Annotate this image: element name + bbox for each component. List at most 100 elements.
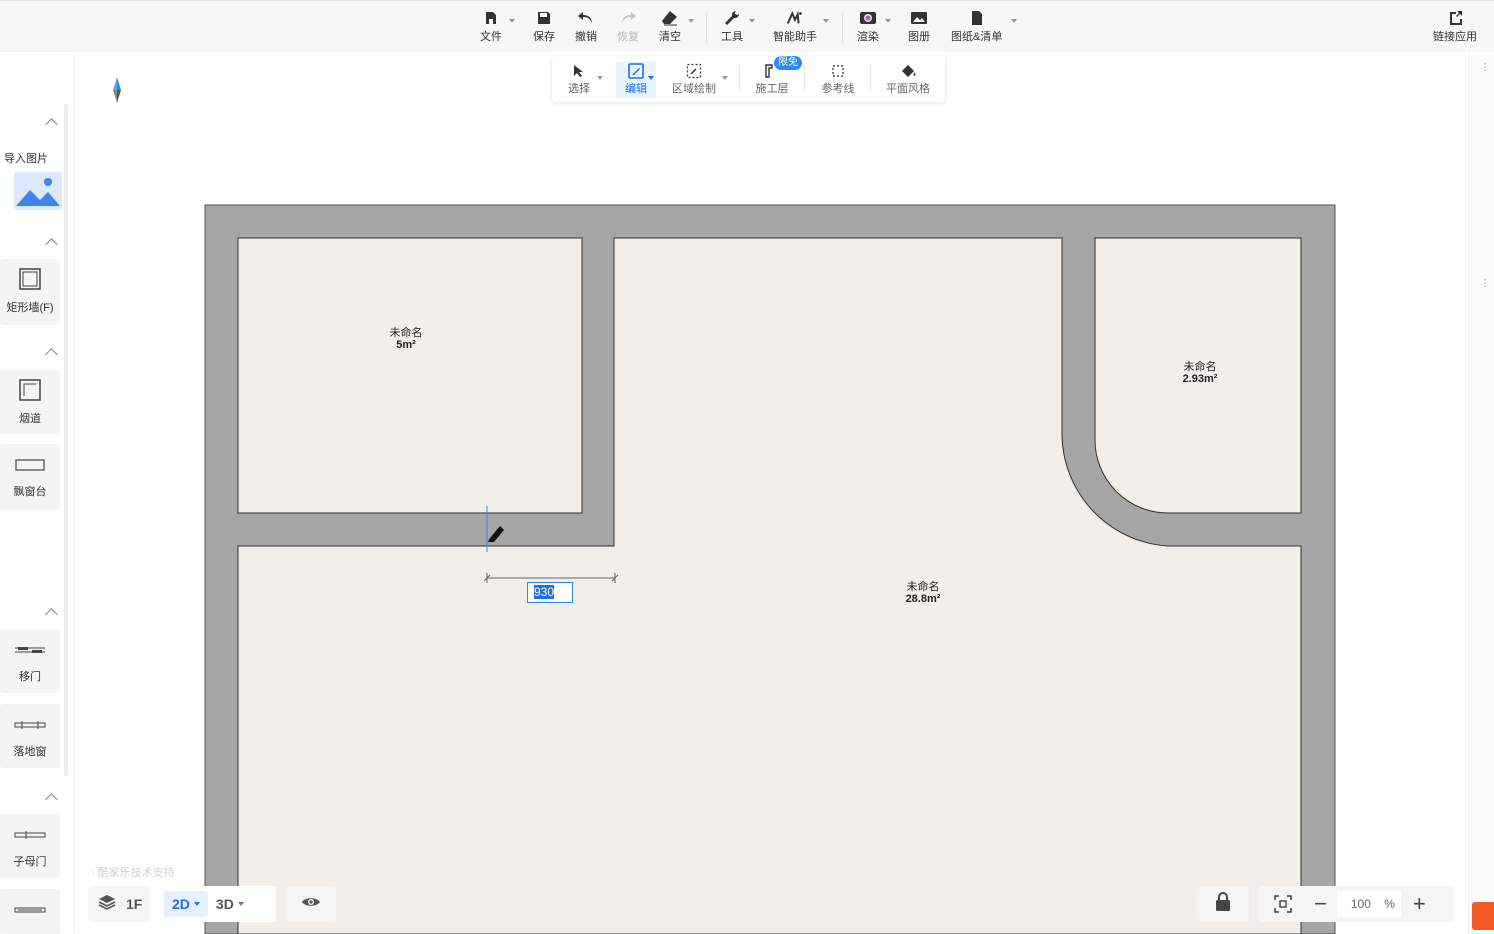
select-caret-icon[interactable] — [597, 76, 603, 80]
floor-window-tile[interactable]: 落地窗 — [0, 704, 60, 768]
redo-button[interactable]: 恢复 — [617, 9, 639, 49]
rect-wall-label: 矩形墙(F) — [6, 302, 54, 314]
area-draw-label: 区域绘制 — [672, 83, 716, 95]
drawings-button[interactable]: 图纸&清单 — [951, 9, 1002, 49]
room-area: 2.93m² — [1182, 373, 1218, 385]
collapse-icon[interactable] — [45, 118, 58, 131]
drag-handle-icon[interactable]: ⋮ — [1480, 62, 1490, 73]
reference-line-tool[interactable]: 参考线 — [820, 62, 856, 98]
clear-button[interactable]: 清空 — [659, 9, 681, 49]
view-3d-button[interactable]: 3D — [216, 896, 244, 912]
zoom-in-button[interactable]: + — [1413, 893, 1426, 915]
reference-line-label: 参考线 — [821, 83, 855, 95]
edit-wall-icon — [627, 62, 645, 80]
render-caret-icon[interactable] — [885, 19, 891, 23]
bay-window-tile[interactable]: 飘窗台 — [0, 444, 60, 510]
reference-line-icon — [829, 62, 847, 80]
link-app-icon — [1446, 9, 1464, 27]
bay-window-icon — [15, 458, 45, 475]
floor-selector[interactable]: 1F — [88, 886, 150, 922]
brand-logo-icon — [1472, 902, 1494, 930]
lock-icon — [1215, 891, 1231, 917]
file-label: 文件 — [480, 31, 502, 43]
zoom-controls: − 100 % + — [1258, 886, 1454, 922]
plan-style-label: 平面风格 — [886, 83, 930, 95]
clear-caret-icon[interactable] — [688, 19, 694, 23]
fit-view-button[interactable] — [1274, 895, 1292, 913]
collapse-icon[interactable] — [45, 793, 58, 806]
paint-bucket-icon — [899, 62, 917, 80]
area-draw-caret-icon[interactable] — [722, 76, 728, 80]
room-top-left[interactable] — [237, 237, 583, 514]
drawings-label: 图纸&清单 — [951, 31, 1003, 43]
image-album-icon — [910, 9, 928, 27]
camera-render-icon — [859, 9, 877, 27]
edit-tool[interactable]: 编辑 — [616, 62, 656, 98]
collapse-icon[interactable] — [45, 608, 58, 621]
left-component-panel: 导入图片 矩形墙(F) 烟道 飘窗台 移门 落地窗 子母门 — [0, 52, 73, 934]
rect-wall-tile[interactable]: 矩形墙(F) — [0, 259, 60, 325]
floor-window-icon — [14, 720, 46, 733]
album-button[interactable]: 图册 — [908, 9, 930, 49]
wrench-icon — [723, 9, 741, 27]
link-app-button[interactable]: 链接应用 — [1433, 9, 1477, 49]
edit-label: 编辑 — [625, 83, 647, 95]
home-file-icon — [482, 9, 500, 27]
room-name: 未命名 — [1183, 361, 1217, 373]
zoom-out-button[interactable]: − — [1314, 893, 1327, 915]
zoom-input[interactable]: 100 % — [1336, 891, 1401, 917]
select-tool[interactable]: 选择 — [566, 62, 592, 98]
view-2d-button[interactable]: 2D — [164, 891, 208, 917]
plan-style-tool[interactable]: 平面风格 — [884, 62, 932, 98]
floor-plan-canvas[interactable] — [0, 0, 1494, 934]
render-button[interactable]: 渲染 — [857, 9, 879, 49]
cursor-arrow-icon — [570, 62, 588, 80]
ai-assistant-icon — [786, 9, 804, 27]
floor-label: 1F — [126, 896, 143, 912]
file-caret-icon[interactable] — [509, 19, 515, 23]
redo-label: 恢复 — [617, 31, 639, 43]
clear-label: 清空 — [659, 31, 681, 43]
drag-handle-icon[interactable]: ⋮ — [1480, 278, 1490, 289]
save-button[interactable]: 保存 — [533, 9, 555, 49]
album-label: 图册 — [908, 31, 930, 43]
flue-tile[interactable]: 烟道 — [0, 370, 60, 434]
edit-caret-icon[interactable] — [648, 76, 654, 80]
assistant-button[interactable]: 智能助手 — [773, 9, 817, 49]
sliding-door-label: 移门 — [19, 671, 41, 683]
compass-icon — [113, 77, 121, 103]
tools-caret-icon[interactable] — [749, 19, 755, 23]
edit-subtoolbar: 选择 编辑 区域绘制 施工层 参考线 平面风格 — [552, 56, 945, 102]
collapse-icon[interactable] — [45, 348, 58, 361]
import-image-tile[interactable]: 导入图片 — [0, 138, 62, 218]
room-area: 5m² — [396, 339, 416, 351]
chevron-down-icon — [193, 902, 200, 906]
left-panel-scrollbar[interactable] — [64, 104, 68, 776]
drawings-caret-icon[interactable] — [1011, 19, 1017, 23]
undo-button[interactable]: 撤销 — [575, 9, 597, 49]
select-label: 选择 — [568, 83, 590, 95]
tools-label: 工具 — [721, 31, 743, 43]
dimension-input[interactable]: 930 — [527, 582, 573, 603]
collapse-icon[interactable] — [45, 238, 58, 251]
dimension-value: 930 — [534, 585, 555, 599]
flue-icon — [19, 379, 41, 404]
lock-button[interactable] — [1197, 886, 1249, 922]
room-name: 未命名 — [906, 581, 940, 593]
undo-icon — [577, 9, 595, 27]
mother-son-door-tile[interactable]: 子母门 — [0, 814, 60, 878]
zoom-unit: % — [1384, 897, 1395, 911]
area-draw-tool[interactable]: 区域绘制 — [671, 62, 717, 98]
sliding-door-tile[interactable]: 移门 — [0, 629, 60, 693]
support-watermark: ◌ 酷家乐技术支持 — [88, 864, 175, 880]
construction-layer-label: 施工层 — [755, 83, 789, 95]
tools-button[interactable]: 工具 — [721, 9, 743, 49]
more-door-tile[interactable] — [0, 889, 60, 934]
view-3d-label: 3D — [215, 896, 234, 912]
file-button[interactable]: 文件 — [480, 9, 502, 49]
door-icon — [14, 905, 46, 918]
eraser-icon — [661, 9, 679, 27]
visibility-button[interactable] — [286, 886, 336, 922]
assistant-caret-icon[interactable] — [823, 19, 829, 23]
bay-window-label: 飘窗台 — [13, 486, 47, 498]
